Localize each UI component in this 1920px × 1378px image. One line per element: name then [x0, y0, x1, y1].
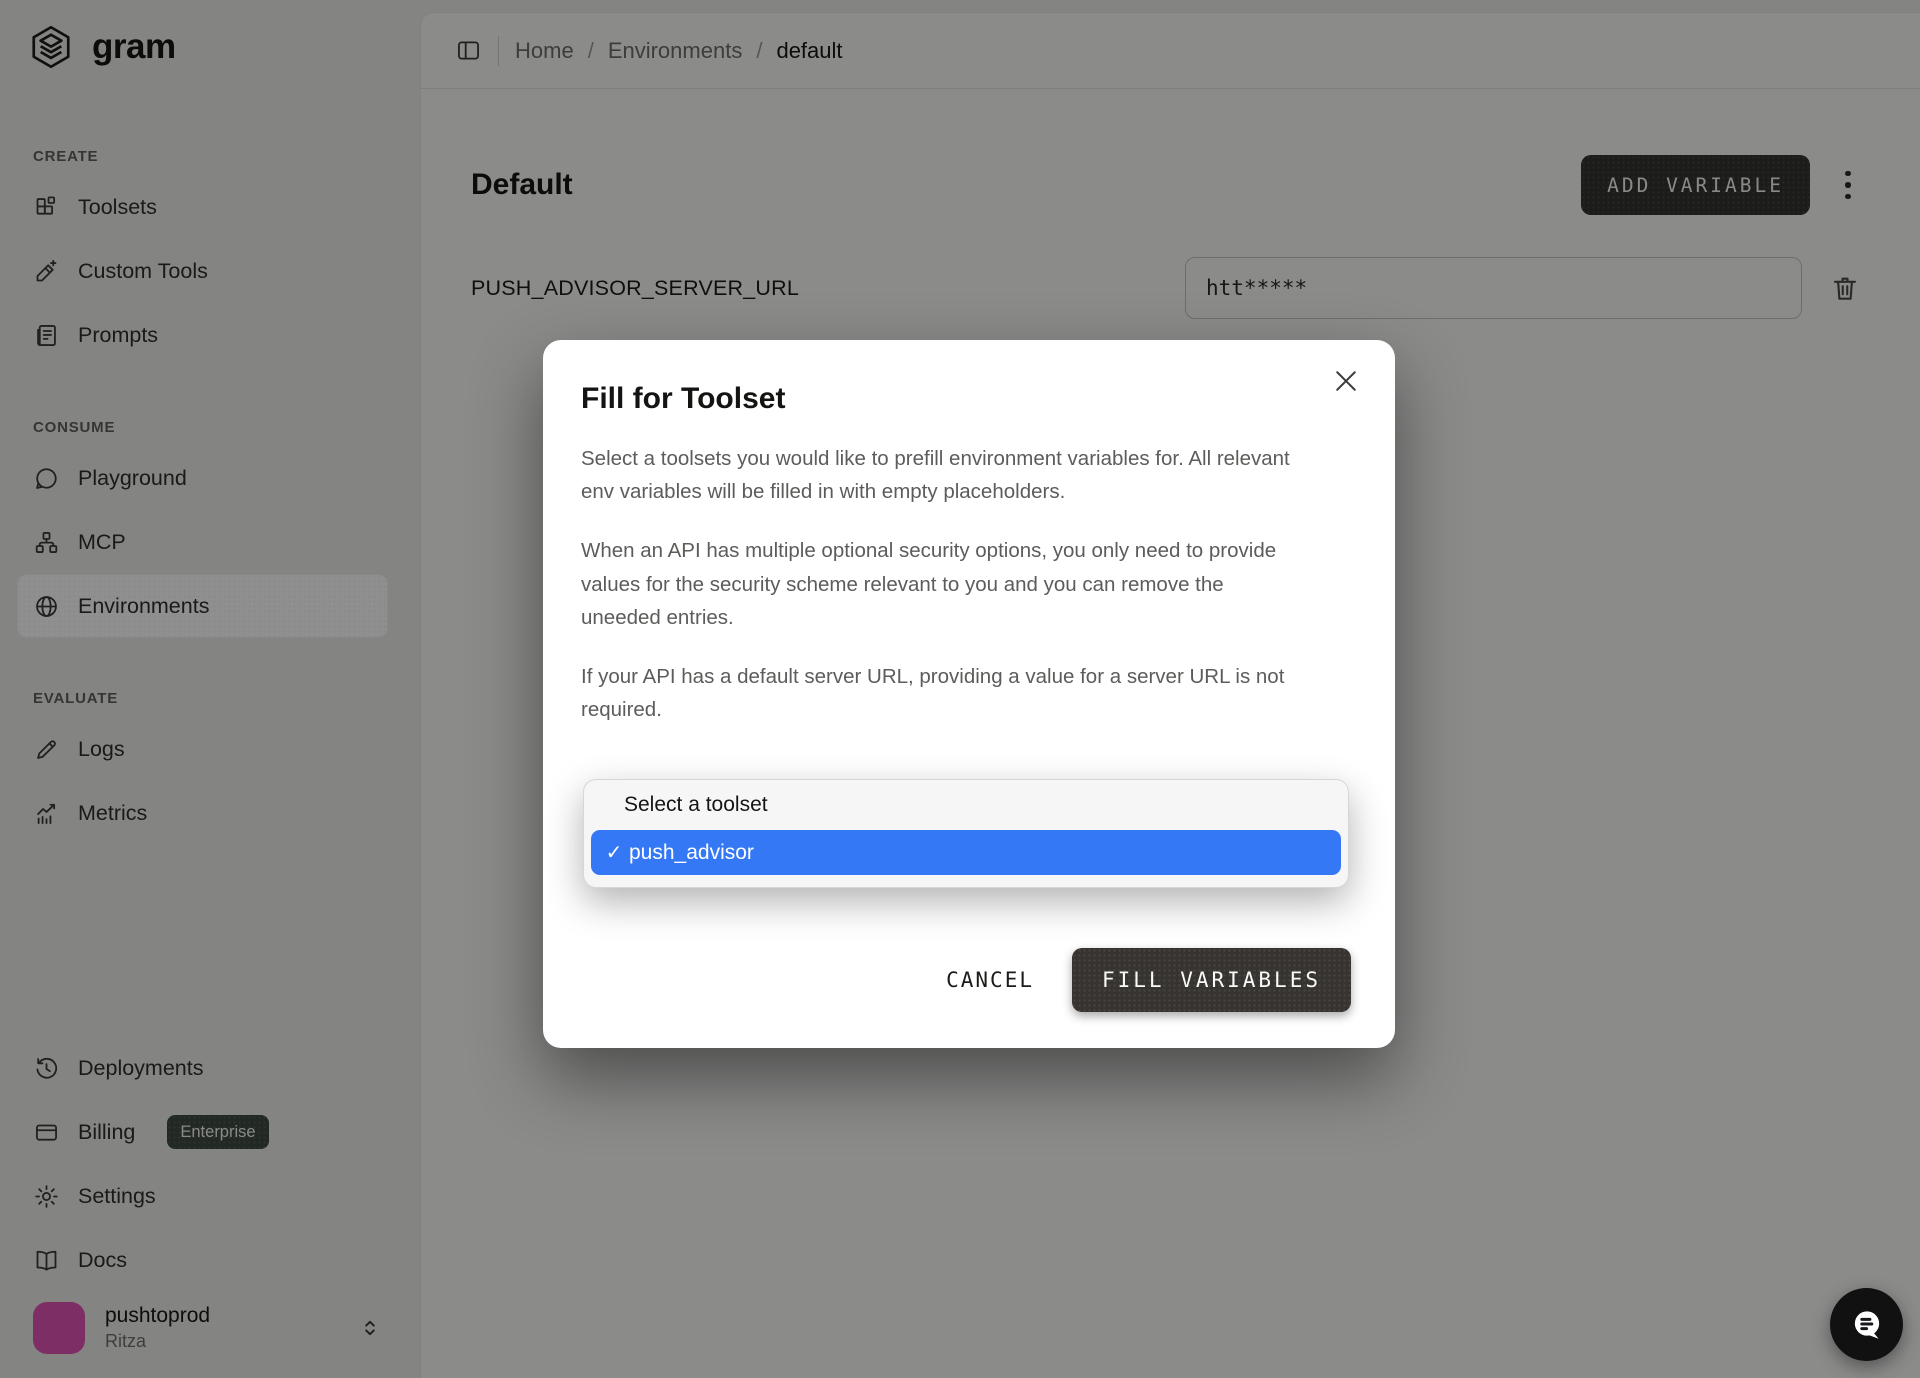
- modal-title: Fill for Toolset: [581, 382, 1349, 416]
- close-icon[interactable]: [1331, 366, 1361, 396]
- fill-variables-button[interactable]: FILL VARIABLES: [1072, 948, 1351, 1012]
- chat-bubble-icon: [1845, 1303, 1889, 1347]
- chat-widget-button[interactable]: [1830, 1288, 1903, 1361]
- modal-paragraph-3: If your API has a default server URL, pr…: [581, 660, 1293, 726]
- toolset-placeholder-option[interactable]: Select a toolset: [584, 780, 1348, 830]
- modal-actions: CANCEL FILL VARIABLES: [946, 948, 1351, 1012]
- modal-paragraph-2: When an API has multiple optional securi…: [581, 534, 1293, 634]
- check-icon: ✓: [599, 840, 629, 865]
- toolset-option-label: push_advisor: [629, 841, 754, 865]
- toolset-option-push-advisor[interactable]: ✓ push_advisor: [591, 830, 1341, 875]
- cancel-button[interactable]: CANCEL: [946, 968, 1034, 992]
- toolset-select-popup: Select a toolset ✓ push_advisor: [583, 779, 1349, 888]
- app-root: gram CREATE Toolsets: [0, 0, 1920, 1378]
- fill-for-toolset-modal: Fill for Toolset Select a toolsets you w…: [543, 340, 1395, 1048]
- modal-paragraph-1: Select a toolsets you would like to pref…: [581, 442, 1293, 508]
